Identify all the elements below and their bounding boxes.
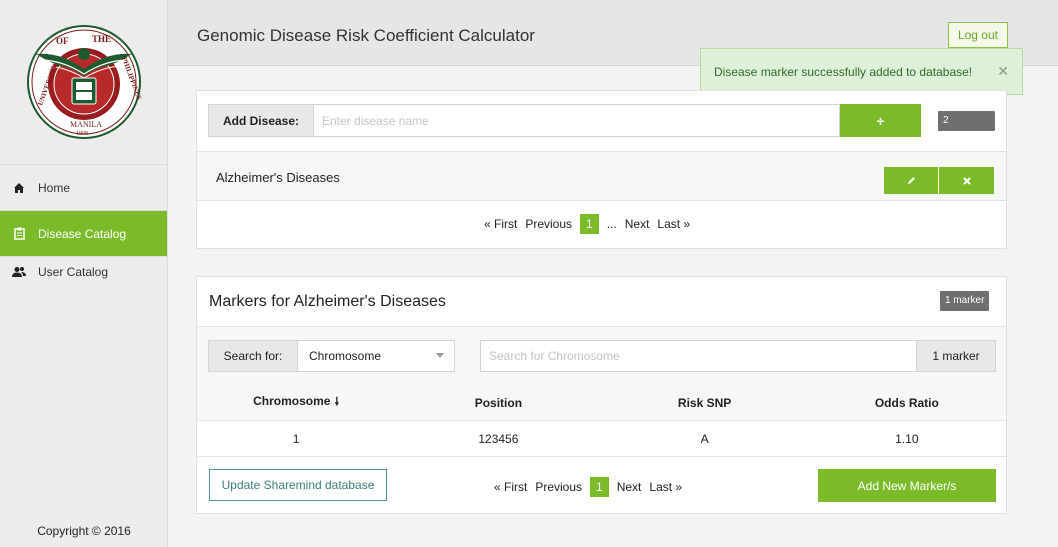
pagination-last[interactable]: Last » <box>645 480 686 494</box>
disease-name: Alzheimer's Diseases <box>216 170 340 185</box>
university-seal-logo: OF THE MANILA 1908 UNIVERSITY PHILIPPINE… <box>26 25 142 139</box>
add-new-marker-button[interactable]: Add New Marker/s <box>818 469 996 502</box>
column-header-chromosome[interactable]: Chromosome 🠗 <box>197 393 395 412</box>
column-header-odds-ratio[interactable]: Odds Ratio <box>808 396 1006 410</box>
edit-disease-button[interactable] <box>884 167 939 194</box>
search-field-value: Chromosome <box>309 349 382 363</box>
disease-count-badge: 2 diseases <box>938 111 995 146</box>
marker-search-input[interactable] <box>480 340 917 372</box>
cell-odds-ratio: 1.10 <box>895 431 919 446</box>
sidebar: OF THE MANILA 1908 UNIVERSITY PHILIPPINE… <box>0 0 168 547</box>
pagination-last[interactable]: Last » <box>653 217 694 231</box>
pagination-next[interactable]: Next <box>613 480 646 494</box>
home-icon <box>12 181 26 195</box>
disease-name-input[interactable] <box>314 104 840 137</box>
sidebar-item-label: User Catalog <box>38 265 109 279</box>
add-disease-label: Add Disease: <box>208 104 314 137</box>
logo-text-bottom: MANILA <box>70 120 102 129</box>
add-disease-button[interactable]: + <box>840 104 921 137</box>
pencil-icon <box>907 177 915 184</box>
pagination-ellipsis: ... <box>606 217 617 231</box>
update-sharemind-button[interactable]: Update Sharemind database <box>209 469 387 501</box>
markers-panel: Markers for Alzheimer's Diseases 1 marke… <box>196 276 1007 514</box>
sidebar-item-label: Disease Catalog <box>38 226 127 241</box>
pagination-previous[interactable]: Previous <box>531 480 586 494</box>
sidebar-item-label: Home <box>38 180 71 195</box>
cell-position: 123456 <box>478 431 519 446</box>
search-result-count: 1 marker <box>917 340 996 372</box>
toast-message: Disease marker successfully added to dat… <box>714 64 973 79</box>
logo-area: OF THE MANILA 1908 UNIVERSITY PHILIPPINE… <box>0 0 167 165</box>
sidebar-item-home[interactable]: Home <box>0 165 167 211</box>
caret-down-icon <box>436 353 444 358</box>
users-icon <box>12 265 26 279</box>
pagination-first[interactable]: « First <box>480 217 521 231</box>
pagination-current[interactable]: 1 <box>580 214 599 234</box>
disease-pagination: « First Previous 1 ... Next Last » <box>480 214 694 234</box>
markers-title: Markers for Alzheimer's Diseases <box>209 293 446 310</box>
table-header-row: Chromosome 🠗 Position Risk SNP Odds Ratio <box>197 385 1006 421</box>
column-header-risk-snp[interactable]: Risk SNP <box>602 396 808 410</box>
disease-panel: Add Disease: + 2 diseases Alzheimer's Di… <box>196 90 1007 249</box>
copyright-text: Copyright © 2016 <box>37 524 131 538</box>
clipboard-icon <box>12 227 26 241</box>
delete-disease-button[interactable] <box>939 167 994 194</box>
pagination-next[interactable]: Next <box>621 217 654 231</box>
sidebar-item-user-catalog[interactable]: User Catalog <box>0 257 167 297</box>
cell-risk-snp: A <box>700 431 709 446</box>
column-header-position[interactable]: Position <box>395 396 601 410</box>
sidebar-item-disease-catalog[interactable]: Disease Catalog <box>0 211 167 257</box>
pagination-previous[interactable]: Previous <box>521 217 576 231</box>
markers-table: Chromosome 🠗 Position Risk SNP Odds Ratio… <box>197 385 1006 457</box>
marker-search-bar: Search for: Chromosome 1 marker <box>197 327 1006 385</box>
page-title: Genomic Disease Risk Coefficient Calcula… <box>197 26 535 45</box>
cell-chromosome: 1 <box>292 431 300 446</box>
search-for-label: Search for: <box>208 340 298 372</box>
marker-pagination: « First Previous 1 Next Last » <box>490 477 686 497</box>
logo-text-top2: THE <box>92 34 111 44</box>
pagination-first[interactable]: « First <box>490 480 531 494</box>
logo-text-top: OF <box>56 36 69 46</box>
pagination-current[interactable]: 1 <box>590 477 609 497</box>
add-disease-form: Add Disease: + 2 diseases <box>208 104 995 146</box>
search-field-select[interactable]: Chromosome <box>298 340 455 372</box>
marker-count-badge: 1 marker <box>940 291 990 311</box>
table-row[interactable]: 1 123456 A 1.10 <box>197 421 1006 457</box>
logo-text-year: 1908 <box>76 131 88 137</box>
sort-down-icon: 🠗 <box>334 396 340 408</box>
times-icon <box>962 176 971 185</box>
column-header-label: Chromosome <box>253 394 331 408</box>
close-icon[interactable]: ✕ <box>997 63 1009 80</box>
disease-row[interactable]: Alzheimer's Diseases <box>197 151 1006 201</box>
logout-button[interactable]: Log out <box>947 22 1008 48</box>
success-toast: Disease marker successfully added to dat… <box>700 48 1023 95</box>
